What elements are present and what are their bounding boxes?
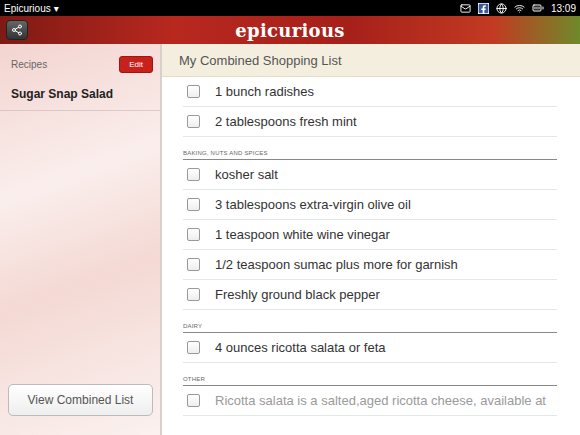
battery-icon [532, 2, 544, 14]
checkbox[interactable] [187, 85, 200, 98]
checkbox[interactable] [187, 288, 200, 301]
section-heading: BAKING, NUTS AND SPICES [183, 137, 557, 160]
menu-arrow: ▾ [54, 3, 59, 14]
status-bar: Epicurious▾ 13:09 [0, 0, 580, 16]
checkbox[interactable] [187, 394, 200, 407]
row-text: 1 teaspoon white wine vinegar [215, 227, 390, 242]
clock: 13:09 [551, 3, 576, 14]
checkbox[interactable] [187, 115, 200, 128]
edit-button[interactable]: Edit [119, 56, 153, 73]
list-row[interactable]: 1 teaspoon white wine vinegar [183, 220, 557, 250]
checkbox[interactable] [187, 258, 200, 271]
list-row[interactable]: 4 ounces ricotta salata or feta [183, 333, 557, 363]
row-text: kosher salt [215, 167, 278, 182]
logo: epicurious [235, 20, 344, 41]
list-row[interactable]: 2 tablespoons fresh mint [183, 107, 557, 137]
row-text: 4 ounces ricotta salata or feta [215, 340, 386, 355]
list-row[interactable]: 1/2 teaspoon sumac plus more for garnish [183, 250, 557, 280]
row-text: 2 tablespoons fresh mint [215, 114, 357, 129]
checkbox[interactable] [187, 341, 200, 354]
list-row[interactable]: Freshly ground black pepper [183, 280, 557, 310]
checkbox[interactable] [187, 168, 200, 181]
section-heading: DAIRY [183, 310, 557, 333]
share-icon [11, 24, 23, 36]
mail-icon [460, 3, 471, 14]
checkbox[interactable] [187, 198, 200, 211]
list-row[interactable]: 3 tablespoons extra-virgin olive oil [183, 190, 557, 220]
screen: Epicurious▾ 13:09 epicurious Recipes Edit Sug… [0, 0, 580, 435]
row-text: 1/2 teaspoon sumac plus more for garnish [215, 257, 458, 272]
header: epicurious [0, 16, 580, 44]
sidebar-item[interactable]: Sugar Snap Salad [0, 79, 160, 111]
wifi-icon [514, 3, 525, 14]
shopping-list: My Combined Shopping List 1 bunch radishe… [162, 44, 580, 435]
sidebar-label: Recipes [11, 59, 47, 70]
globe-icon [496, 3, 507, 14]
row-text: 3 tablespoons extra-virgin olive oil [215, 197, 411, 212]
facebook-icon [478, 3, 489, 14]
checkbox[interactable] [187, 228, 200, 241]
share-button[interactable] [6, 20, 28, 40]
row-text: Freshly ground black pepper [215, 287, 380, 302]
view-combined-button[interactable]: View Combined List [8, 384, 153, 416]
app-name: Epicurious [4, 3, 51, 14]
sidebar: Recipes Edit Sugar Snap Salad View Combined… [0, 44, 162, 435]
list-row[interactable]: 1 bunch radishes [183, 77, 557, 107]
app-menu[interactable]: Epicurious▾ [4, 3, 59, 14]
row-text: 1 bunch radishes [215, 84, 314, 99]
row-text: Ricotta salata is a salted,aged ricotta … [215, 393, 546, 408]
section-heading: OTHER [183, 363, 557, 386]
list-title: My Combined Shopping List [162, 44, 580, 77]
note-row[interactable]: Ricotta salata is a salted,aged ricotta … [183, 386, 557, 416]
list-row[interactable]: kosher salt [183, 160, 557, 190]
